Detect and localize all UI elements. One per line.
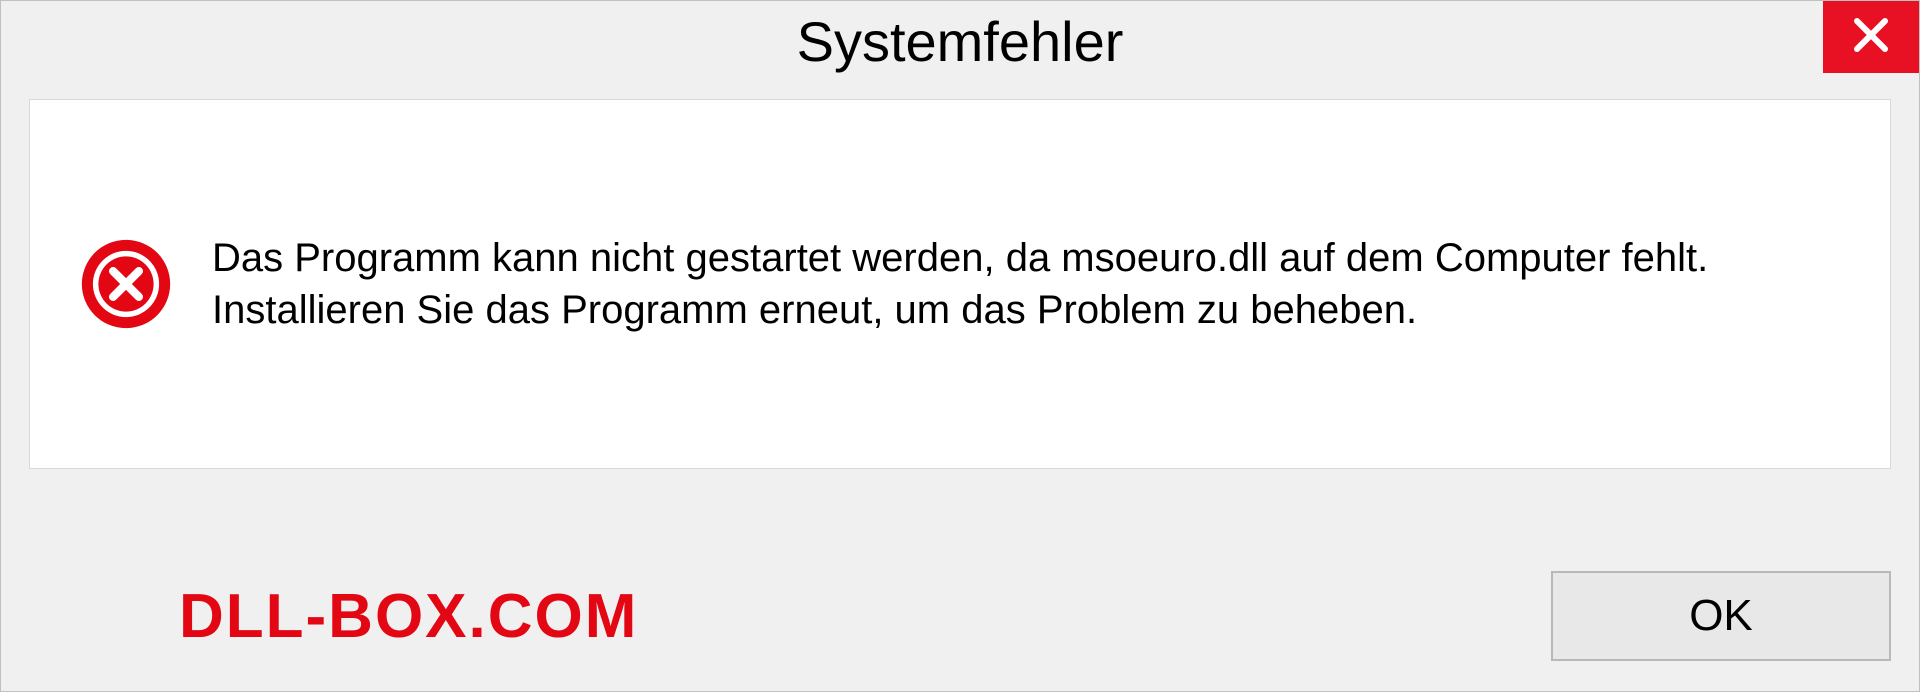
dialog-footer: DLL-BOX.COM OK	[29, 571, 1891, 661]
close-button[interactable]	[1823, 1, 1919, 73]
error-dialog: Systemfehler Das Programm kann nicht ges…	[0, 0, 1920, 692]
close-icon	[1851, 15, 1891, 60]
message-panel: Das Programm kann nicht gestartet werden…	[29, 99, 1891, 469]
error-message: Das Programm kann nicht gestartet werden…	[212, 232, 1840, 336]
error-icon	[80, 238, 172, 330]
ok-button[interactable]: OK	[1551, 571, 1891, 661]
dialog-title: Systemfehler	[797, 9, 1124, 74]
title-bar: Systemfehler	[1, 1, 1919, 91]
watermark-text: DLL-BOX.COM	[179, 581, 638, 652]
